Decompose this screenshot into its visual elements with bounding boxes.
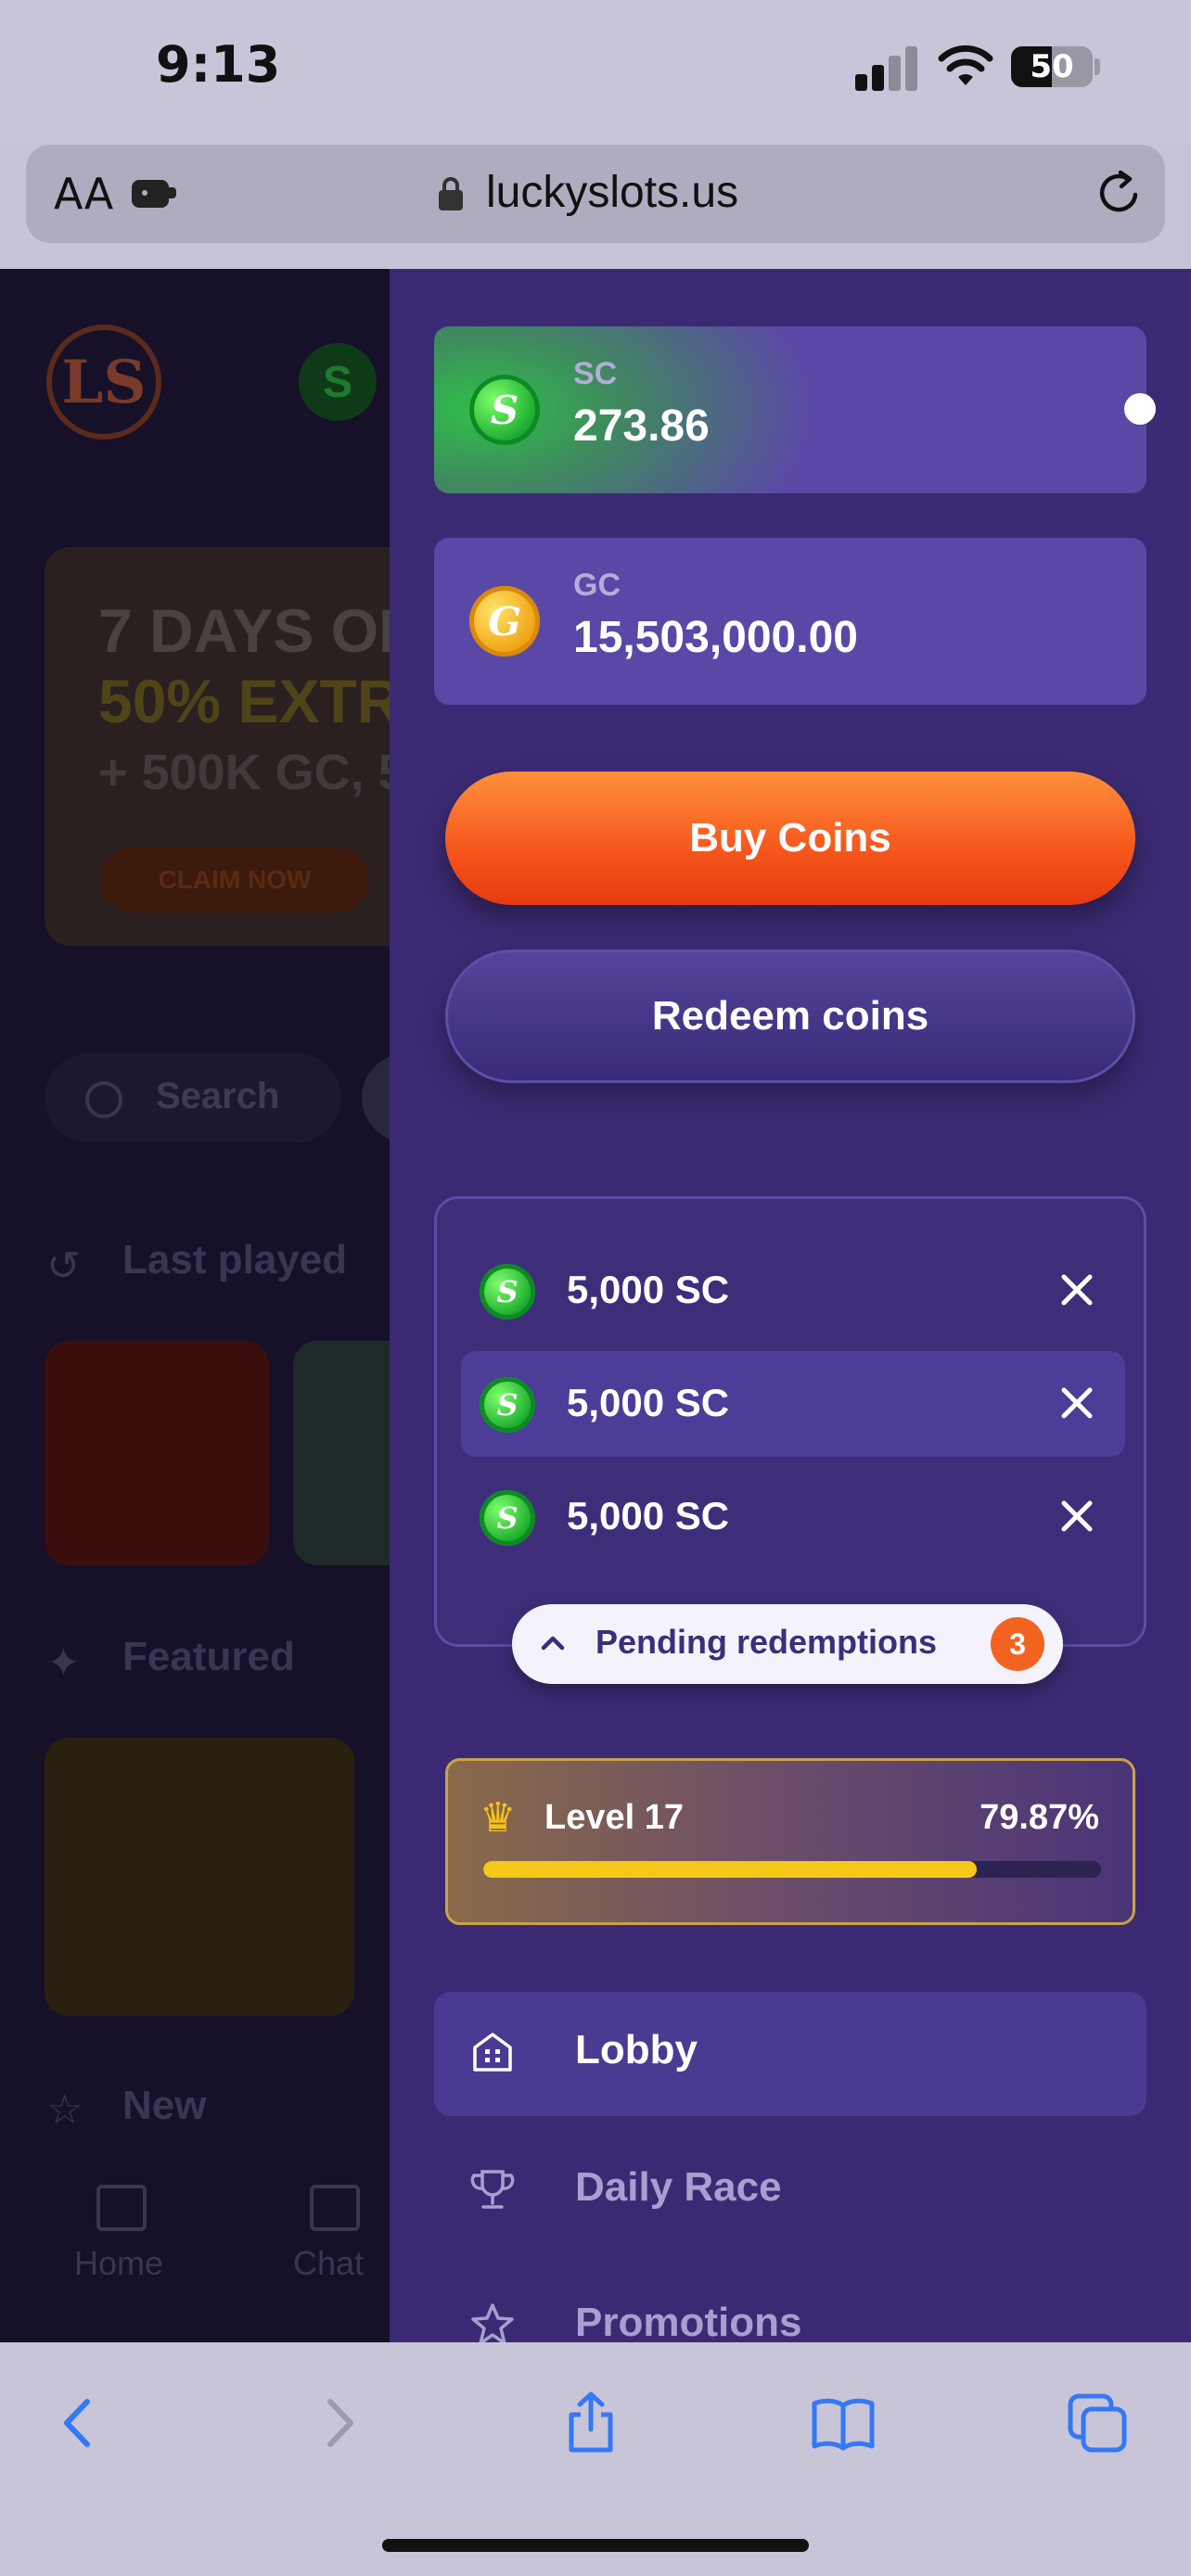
buy-coins-button[interactable]: Buy Coins bbox=[445, 772, 1135, 905]
pending-amount: 5,000 SC bbox=[567, 1494, 730, 1537]
menu-item-daily-race[interactable]: Daily Race bbox=[434, 2129, 1146, 2253]
gc-coin-icon: G bbox=[469, 586, 540, 657]
sparkle-icon: ✦ bbox=[46, 1640, 81, 1686]
sc-coin-icon: S bbox=[480, 1490, 535, 1546]
tabs-icon[interactable] bbox=[1065, 2391, 1130, 2455]
share-icon[interactable] bbox=[558, 2391, 623, 2455]
star-icon bbox=[471, 2303, 514, 2342]
url-text[interactable]: luckyslots.us bbox=[486, 167, 738, 218]
currency-toggle[interactable] bbox=[1124, 393, 1156, 425]
search-input[interactable]: Search bbox=[45, 1053, 341, 1142]
back-icon[interactable] bbox=[46, 2391, 111, 2455]
sc-coin-icon: S bbox=[480, 1377, 535, 1433]
pending-redemptions-label: Pending redemptions bbox=[596, 1623, 938, 1661]
pending-redemption-row: S 5,000 SC bbox=[461, 1238, 1125, 1344]
account-drawer: S SC 273.86 G GC 15,503,000.00 Buy Coins… bbox=[390, 269, 1191, 2342]
promo-line-1: 7 DAYS OF bbox=[98, 596, 416, 665]
home-indicator bbox=[382, 2539, 809, 2552]
sc-label: SC bbox=[573, 356, 618, 391]
forward-icon[interactable] bbox=[306, 2391, 371, 2455]
status-bar: 9:13 50 bbox=[0, 0, 1191, 139]
redeem-coins-button[interactable]: Redeem coins bbox=[445, 950, 1135, 1083]
extension-icon[interactable] bbox=[130, 174, 178, 211]
game-tile[interactable] bbox=[45, 1738, 354, 2016]
sc-coin-icon: S bbox=[299, 343, 377, 421]
menu-item-lobby[interactable]: Lobby bbox=[434, 1992, 1146, 2116]
gc-balance-card[interactable]: G GC 15,503,000.00 bbox=[434, 538, 1146, 705]
pending-redemption-row: S 5,000 SC bbox=[461, 1351, 1125, 1457]
home-icon[interactable] bbox=[96, 2185, 147, 2231]
level-label: Level 17 bbox=[544, 1798, 684, 1837]
menu-label: Lobby bbox=[575, 2027, 698, 2072]
lock-icon bbox=[439, 177, 463, 210]
gc-balance-value: 15,503,000.00 bbox=[573, 613, 858, 662]
nav-home[interactable]: Home bbox=[74, 2244, 163, 2283]
section-featured: Featured bbox=[122, 1634, 295, 1679]
sc-balance-card[interactable]: S SC 273.86 bbox=[434, 326, 1156, 493]
pending-count-badge: 3 bbox=[991, 1617, 1044, 1671]
cancel-redemption-icon[interactable] bbox=[1058, 1271, 1095, 1308]
pending-amount: 5,000 SC bbox=[567, 1381, 730, 1424]
wifi-icon bbox=[938, 45, 993, 85]
trophy-icon bbox=[470, 2170, 515, 2209]
game-tile[interactable] bbox=[45, 1341, 269, 1565]
status-time: 9:13 bbox=[156, 35, 281, 94]
sc-coin-icon: S bbox=[469, 375, 540, 445]
level-progress-bar bbox=[483, 1861, 1101, 1878]
lobby-icon bbox=[473, 2033, 512, 2072]
level-percent: 79.87% bbox=[980, 1798, 1099, 1837]
menu-label: Promotions bbox=[575, 2300, 802, 2342]
star-icon: ☆ bbox=[46, 2087, 83, 2133]
cancel-redemption-icon[interactable] bbox=[1058, 1384, 1095, 1422]
promo-line-3: + 500K GC, 5 bbox=[98, 745, 406, 800]
search-icon bbox=[85, 1081, 122, 1118]
pending-redemptions-toggle[interactable]: Pending redemptions 3 bbox=[512, 1604, 1063, 1684]
level-card[interactable]: ♛ Level 17 79.87% bbox=[445, 1758, 1135, 1925]
menu-item-promotions[interactable]: Promotions bbox=[434, 2264, 1146, 2342]
site-logo[interactable]: LS bbox=[46, 325, 161, 440]
battery-level: 50 bbox=[1030, 48, 1074, 85]
bookmarks-icon[interactable] bbox=[811, 2391, 876, 2455]
section-last-played: Last played bbox=[122, 1237, 348, 1282]
cancel-redemption-icon[interactable] bbox=[1058, 1498, 1095, 1535]
gc-label: GC bbox=[573, 567, 621, 603]
address-bar[interactable]: AA luckyslots.us bbox=[26, 145, 1165, 243]
pending-redemptions-list: S 5,000 SC S 5,000 SC S 5,000 SC bbox=[434, 1196, 1146, 1647]
crown-icon: ♛ bbox=[480, 1795, 517, 1841]
section-new: New bbox=[122, 2083, 207, 2128]
level-progress-fill bbox=[483, 1861, 977, 1878]
cellular-signal-icon bbox=[855, 45, 920, 91]
pending-redemption-row: S 5,000 SC bbox=[461, 1464, 1125, 1570]
history-icon: ↺ bbox=[46, 1243, 81, 1289]
nav-chat[interactable]: Chat bbox=[293, 2244, 364, 2283]
claim-now-button[interactable]: CLAIM NOW bbox=[100, 848, 369, 912]
chat-icon[interactable] bbox=[310, 2185, 360, 2231]
sc-balance-value: 273.86 bbox=[573, 402, 710, 451]
search-placeholder: Search bbox=[156, 1076, 280, 1116]
chevron-up-icon bbox=[541, 1636, 565, 1651]
sc-coin-icon: S bbox=[480, 1264, 535, 1320]
pending-amount: 5,000 SC bbox=[567, 1268, 730, 1311]
menu-label: Daily Race bbox=[575, 2164, 782, 2210]
battery-icon: 50 bbox=[1011, 46, 1093, 87]
reload-icon[interactable] bbox=[1093, 167, 1145, 219]
text-size-button[interactable]: AA bbox=[54, 169, 113, 219]
